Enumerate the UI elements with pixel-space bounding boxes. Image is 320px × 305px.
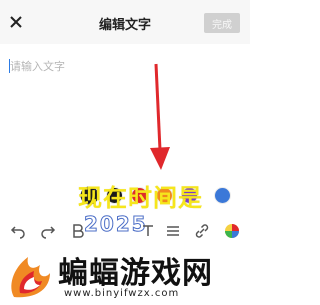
undo-icon[interactable] xyxy=(8,221,28,241)
redo-icon[interactable] xyxy=(38,221,58,241)
link-icon[interactable] xyxy=(192,221,212,241)
overlay-yellow-text: 现在时间是 xyxy=(78,184,203,212)
format-toolbar xyxy=(0,218,250,244)
color-swatch[interactable] xyxy=(215,188,230,203)
watermark: 蝙蝠游戏网 www.binyifwzx.com xyxy=(0,245,250,305)
watermark-title: 蝙蝠游戏网 xyxy=(58,256,213,291)
align-icon[interactable] xyxy=(163,221,183,241)
bat-logo-icon xyxy=(11,257,50,298)
text-color-icon[interactable] xyxy=(138,221,158,241)
bold-icon[interactable] xyxy=(68,221,88,241)
color-wheel-icon[interactable] xyxy=(222,221,242,241)
watermark-url: www.binyifwzx.com xyxy=(64,288,180,299)
